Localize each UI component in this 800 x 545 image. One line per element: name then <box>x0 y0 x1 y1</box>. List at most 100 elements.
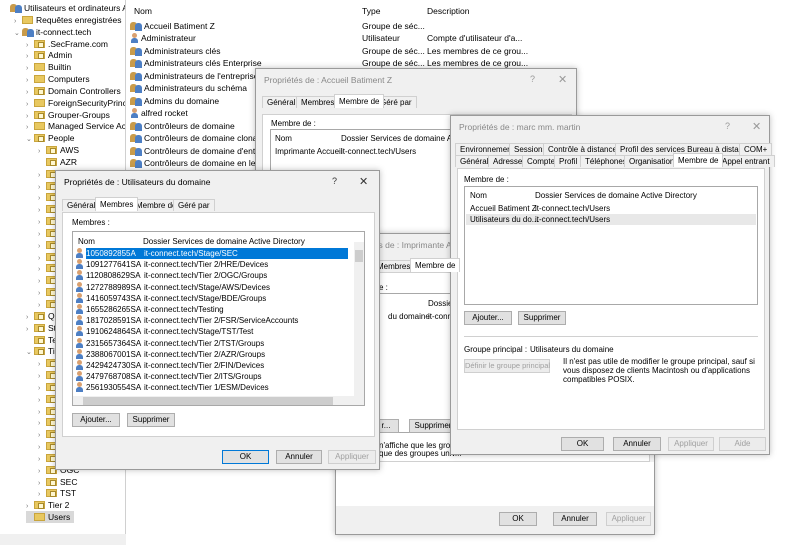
cancel-button[interactable]: Annuler <box>553 512 597 526</box>
list-item-name[interactable]: Imprimante Accueil <box>275 147 343 156</box>
ok-button[interactable]: OK <box>222 450 269 464</box>
apply-button[interactable]: Appliquer <box>328 450 376 464</box>
chevron-down-icon[interactable]: ⌄ <box>14 28 22 40</box>
list-row-name[interactable]: Administrateurs de l'entreprise <box>130 70 259 82</box>
member-row[interactable]: 1817028591SA it-connect.tech/Tier 2/FSR/S… <box>75 315 351 326</box>
list-row-name[interactable]: Administrateurs du schéma <box>130 82 247 94</box>
tab-général[interactable]: Général <box>262 96 301 108</box>
column-header-type[interactable]: Type <box>362 6 380 16</box>
member-row[interactable]: 1120808629SA it-connect.tech/Tier 2/OGC/G… <box>75 270 351 281</box>
apply-button[interactable]: Appliquer <box>668 437 714 451</box>
scrollbar-thumb[interactable] <box>83 397 333 405</box>
chevron-down-icon[interactable]: ⌄ <box>26 134 34 146</box>
tab-appel-entrant[interactable]: Appel entrant <box>717 155 775 167</box>
list-row-name[interactable]: Accueil Batiment Z <box>130 20 215 32</box>
column-header-name[interactable]: Nom <box>275 134 292 143</box>
members-list[interactable]: Nom Dossier Services de domaine Active D… <box>72 231 365 406</box>
tree-item[interactable]: › Computers <box>26 73 90 85</box>
chevron-down-icon[interactable]: ⌄ <box>26 347 34 359</box>
horizontal-scrollbar[interactable] <box>73 396 364 405</box>
list-row-name[interactable]: Contrôleurs de domaine <box>130 120 235 132</box>
cancel-button[interactable]: Annuler <box>613 437 661 451</box>
help-button[interactable]: Aide <box>719 437 766 451</box>
vertical-scrollbar[interactable] <box>354 242 364 397</box>
close-icon[interactable]: ✕ <box>359 175 368 188</box>
column-header-folder[interactable]: Dossier Services de domaine Active Direc… <box>143 237 305 246</box>
member-row[interactable]: 1272788989SA it-connect.tech/Stage/AWS/De… <box>75 281 351 293</box>
tree-item[interactable]: Users <box>26 511 75 524</box>
column-header-folder[interactable]: Dossier Services de domaine Active Direc… <box>535 191 697 200</box>
tree-item[interactable]: Utilisateurs et ordinateurs Active <box>2 2 125 14</box>
list-row-name[interactable]: Administrateurs clés Enterprise <box>130 57 262 69</box>
member-row[interactable]: 1416059743SA it-connect.tech/Stage/BDE/Gr… <box>75 292 351 304</box>
list-row-name[interactable]: Contrôleurs de domaine d'entre <box>130 145 263 157</box>
tab-organisation[interactable]: Organisation <box>624 155 680 167</box>
tree-horizontal-scrollbar[interactable] <box>0 534 126 545</box>
help-icon[interactable]: ? <box>725 121 730 131</box>
member-row[interactable]: 2315657364SA it-connect.tech/Tier 2/TST/G… <box>75 337 351 349</box>
tab-profil[interactable]: Profil <box>554 155 583 167</box>
tree-item[interactable]: › Grouper-Groups <box>26 109 110 121</box>
tree-item[interactable]: ›Managed Service Accour <box>26 120 125 132</box>
tab-contrôle-à-distance[interactable]: Contrôle à distance <box>543 143 622 155</box>
list-item-name[interactable]: Accueil Batiment Z <box>470 204 537 213</box>
column-header-name[interactable]: Nom <box>134 6 152 16</box>
tree-item[interactable]: › Builtin <box>26 61 71 73</box>
list-item-name[interactable]: Utilisateurs du do... <box>470 215 538 224</box>
remove-button[interactable]: Supprimer <box>127 413 175 427</box>
tree-item[interactable]: › TST <box>38 487 76 499</box>
close-icon[interactable]: ✕ <box>752 120 761 133</box>
member-row[interactable]: 1050892855A it-connect.tech/Stage/SEC <box>75 248 351 259</box>
tab-com-[interactable]: COM+ <box>739 143 773 155</box>
tab-membre-de[interactable]: Membre de <box>410 258 461 272</box>
ok-button[interactable]: OK <box>561 437 604 451</box>
member-row[interactable]: 1910624864SA it-connect.tech/Stage/TST/Te… <box>75 326 351 337</box>
tree-item[interactable]: ›ForeignSecurityPrincipals <box>26 97 125 109</box>
member-row[interactable]: 1655286265SA it-connect.tech/Testing <box>75 304 351 315</box>
tree-item[interactable]: › AWS <box>38 144 79 156</box>
member-of-list[interactable]: Nom Dossier Services de domaine Active D… <box>464 186 758 305</box>
tree-item[interactable]: › Admin <box>26 49 72 61</box>
column-header-name[interactable]: Nom <box>78 237 95 246</box>
tree-item[interactable]: › Requêtes enregistrées <box>14 14 122 26</box>
tree-item[interactable]: › SEC <box>38 476 77 488</box>
scrollbar-thumb[interactable] <box>355 250 363 262</box>
member-row[interactable]: 2479768708SA it-connect.tech/Tier 2/ITS/G… <box>75 371 351 382</box>
apply-button[interactable]: Appliquer <box>606 512 651 526</box>
folder-icon <box>34 63 45 72</box>
list-row-name[interactable]: Admins du domaine <box>130 95 219 107</box>
list-row-name[interactable]: Contrôleurs de domaine en lectu <box>130 157 267 169</box>
member-row[interactable]: 1091277641SA it-connect.tech/Tier 2/HRE/D… <box>75 259 351 270</box>
set-primary-group-button[interactable]: Définir le groupe principal <box>464 359 550 373</box>
tab-membre-de[interactable]: Membre de <box>334 94 385 108</box>
tab-membre-de[interactable]: Membre de <box>673 153 724 167</box>
tab-géré-par[interactable]: Géré par <box>173 199 215 211</box>
tree-item[interactable]: › Tier 2 <box>26 499 69 511</box>
list-row-name[interactable]: Administrateur <box>130 32 196 44</box>
add-button[interactable]: Ajouter... <box>72 413 120 427</box>
help-icon[interactable]: ? <box>332 176 337 186</box>
member-row[interactable]: 2561930554SA it-connect.tech/Tier 1/ESM/D… <box>75 382 351 393</box>
tree-item[interactable]: › Domain Controllers <box>26 85 121 97</box>
list-row-description: Compte d'utilisateur d'a... <box>427 33 523 44</box>
list-row-name[interactable]: Administrateurs clés <box>130 45 221 57</box>
member-row[interactable]: 2429424730SA it-connect.tech/Tier 2/FIN/D… <box>75 360 351 371</box>
tab-membres[interactable]: Membres <box>95 197 139 211</box>
cancel-button[interactable]: Annuler <box>276 450 322 464</box>
tree-item[interactable]: ⌄ People <box>26 132 74 144</box>
tab-membres[interactable]: Membres <box>296 96 340 108</box>
list-row-name[interactable]: alfred rocket <box>130 107 188 119</box>
tree-item[interactable]: › .SecFrame.com <box>26 38 108 50</box>
add-button[interactable]: Ajouter... <box>464 311 512 325</box>
tree-item[interactable]: AZR <box>38 156 77 168</box>
ok-button[interactable]: OK <box>499 512 537 526</box>
member-row[interactable]: 2388067001SA it-connect.tech/Tier 2/AZR/G… <box>75 348 351 360</box>
column-header-name[interactable]: Nom <box>470 191 487 200</box>
tree-item[interactable]: ⌄ it-connect.tech <box>14 26 91 38</box>
help-icon[interactable]: ? <box>530 74 535 84</box>
list-item-name[interactable]: du domaine <box>388 312 430 321</box>
close-icon[interactable]: ✕ <box>558 73 567 86</box>
list-row-name[interactable]: Contrôleurs de domaine clonabl <box>130 132 264 144</box>
column-header-description[interactable]: Description <box>427 6 470 16</box>
remove-button[interactable]: Supprimer <box>518 311 566 325</box>
